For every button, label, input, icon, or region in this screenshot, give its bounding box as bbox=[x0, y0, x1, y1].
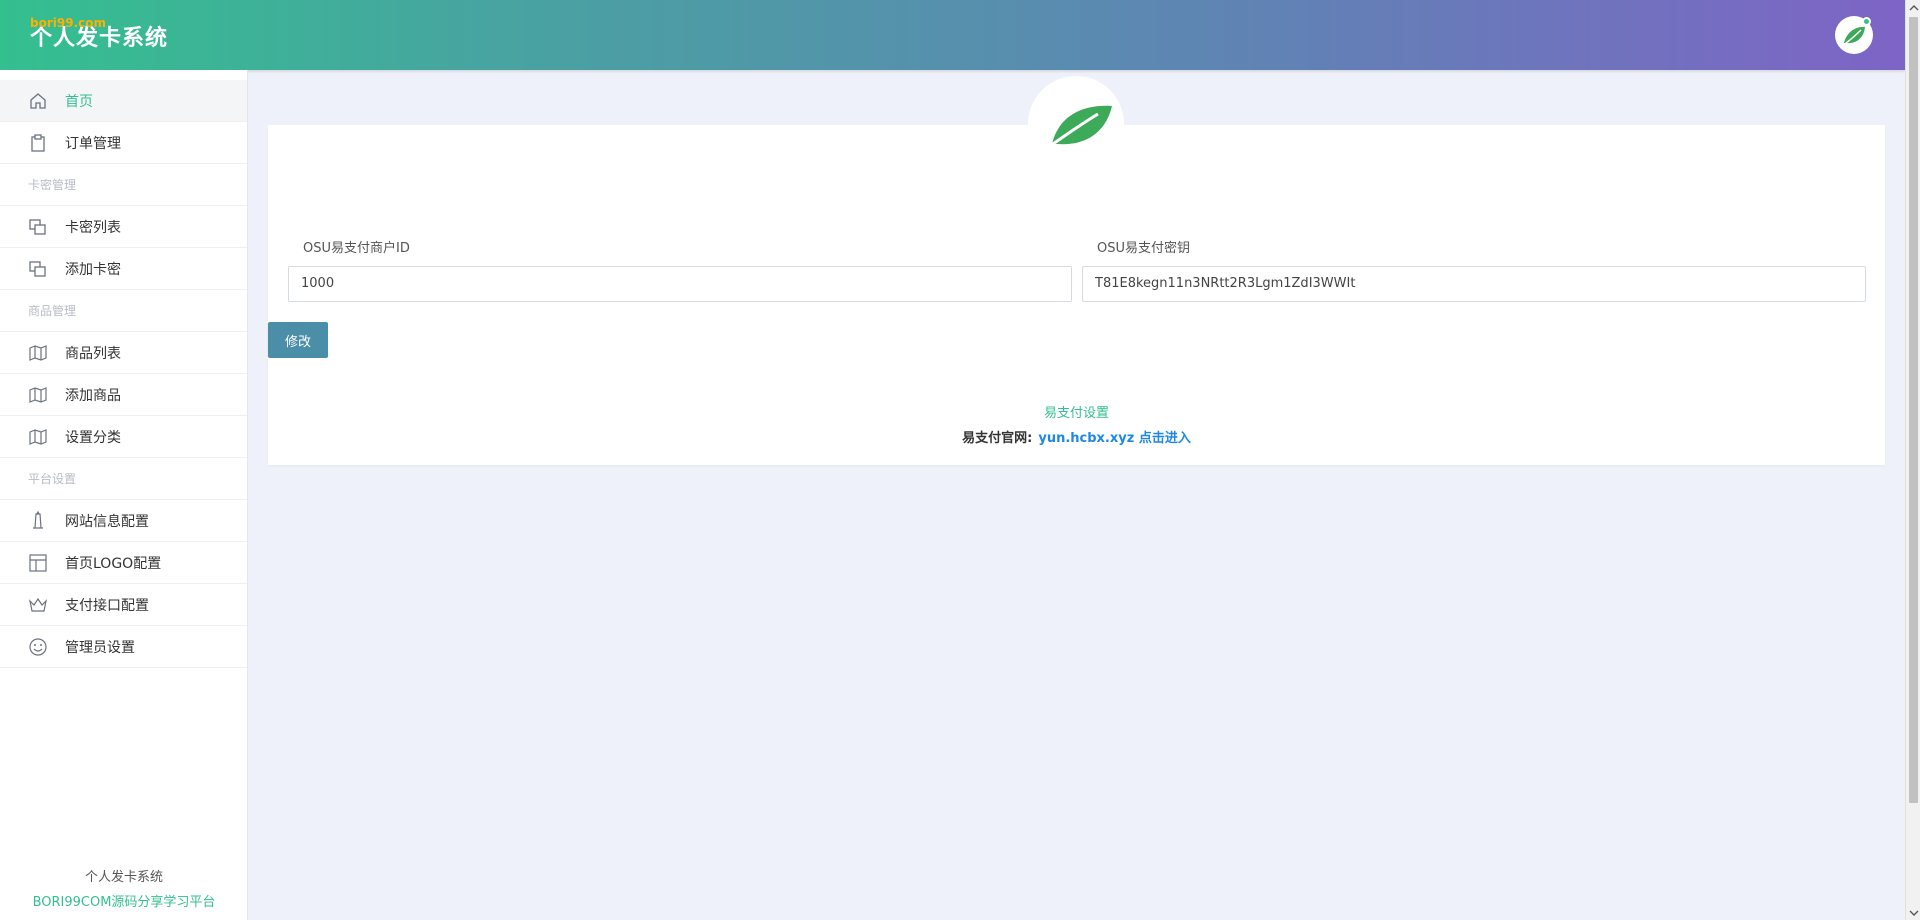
sidebar-item-label: 订单管理 bbox=[65, 135, 121, 152]
sidebar-item-admin-settings[interactable]: 管理员设置 bbox=[0, 626, 247, 668]
sidebar-item-site-config[interactable]: 网站信息配置 bbox=[0, 500, 247, 542]
sidebar: 首页 订单管理 卡密管理 卡密列表 添加卡密 商品管理 商品列表 添加商品 设置… bbox=[0, 70, 248, 920]
sidebar-item-add-card[interactable]: 添加卡密 bbox=[0, 248, 247, 290]
scroll-up-icon[interactable] bbox=[1906, 0, 1920, 15]
sidebar-item-card-list[interactable]: 卡密列表 bbox=[0, 206, 247, 248]
sidebar-item-label: 支付接口配置 bbox=[65, 597, 149, 614]
sidebar-item-label: 首页LOGO配置 bbox=[65, 555, 162, 572]
group-title-goods: 商品管理 bbox=[0, 290, 247, 332]
sidebar-item-add-goods[interactable]: 添加商品 bbox=[0, 374, 247, 416]
map-icon bbox=[27, 384, 49, 406]
payment-site-line: 易支付官网: yun.hcbx.xyz 点击进入 bbox=[268, 427, 1885, 446]
sidebar-item-payment-config[interactable]: 支付接口配置 bbox=[0, 584, 247, 626]
sidebar-item-label: 设置分类 bbox=[65, 429, 121, 446]
footer-subtitle[interactable]: BORI99COM源码分享学习平台 bbox=[0, 891, 248, 910]
map-icon bbox=[27, 426, 49, 448]
group-title-platform: 平台设置 bbox=[0, 458, 247, 500]
clipboard-icon bbox=[27, 132, 49, 154]
sidebar-item-goods-list[interactable]: 商品列表 bbox=[0, 332, 247, 374]
leaf-icon bbox=[1043, 105, 1112, 152]
status-dot bbox=[1862, 17, 1871, 26]
user-avatar[interactable] bbox=[1835, 16, 1873, 54]
logo-badge bbox=[1028, 76, 1124, 172]
page-scrollbar[interactable] bbox=[1905, 0, 1920, 920]
sidebar-item-label: 首页 bbox=[65, 93, 93, 110]
payment-settings-title: 易支付设置 bbox=[1043, 406, 1109, 421]
payment-site-link[interactable]: yun.hcbx.xyz 点击进入 bbox=[1038, 431, 1190, 446]
sidebar-item-label: 添加商品 bbox=[65, 387, 121, 404]
sidebar-item-logo-config[interactable]: 首页LOGO配置 bbox=[0, 542, 247, 584]
smile-icon bbox=[27, 636, 49, 658]
top-bar: 个人发卡系统 bori99.com bbox=[0, 0, 1905, 70]
copy-icon bbox=[27, 216, 49, 238]
footer-title: 个人发卡系统 bbox=[84, 870, 163, 885]
scrollbar-thumb[interactable] bbox=[1909, 17, 1918, 803]
submit-button[interactable]: 修改 bbox=[268, 322, 328, 358]
layout-icon bbox=[27, 552, 49, 574]
sidebar-item-orders[interactable]: 订单管理 bbox=[0, 122, 247, 164]
scroll-down-icon[interactable] bbox=[1906, 905, 1920, 920]
sidebar-item-home[interactable]: 首页 bbox=[0, 80, 247, 122]
map-icon bbox=[27, 342, 49, 364]
sidebar-footer: 个人发卡系统 BORI99COM源码分享学习平台 bbox=[0, 866, 248, 910]
group-title-card: 卡密管理 bbox=[0, 164, 247, 206]
sidebar-item-label: 添加卡密 bbox=[65, 261, 121, 278]
copy-icon bbox=[27, 258, 49, 280]
sidebar-item-label: 卡密列表 bbox=[65, 219, 121, 236]
payment-site-label: 易支付官网: bbox=[962, 431, 1033, 446]
watermark-text: bori99.com bbox=[30, 16, 106, 30]
crown-icon bbox=[27, 594, 49, 616]
sidebar-item-label: 商品列表 bbox=[65, 345, 121, 362]
secret-key-label: OSU易支付密钥 bbox=[1097, 241, 1190, 256]
merchant-id-label: OSU易支付商户ID bbox=[303, 241, 410, 256]
home-icon bbox=[27, 90, 49, 112]
sidebar-item-label: 网站信息配置 bbox=[65, 513, 149, 530]
sidebar-item-label: 管理员设置 bbox=[65, 639, 135, 656]
lighthouse-icon bbox=[27, 510, 49, 532]
secret-key-input[interactable]: T81E8kegn11n3NRtt2R3Lgm1ZdI3WWIt bbox=[1082, 266, 1866, 302]
merchant-id-input[interactable]: 1000 bbox=[288, 266, 1072, 302]
sidebar-item-set-category[interactable]: 设置分类 bbox=[0, 416, 247, 458]
